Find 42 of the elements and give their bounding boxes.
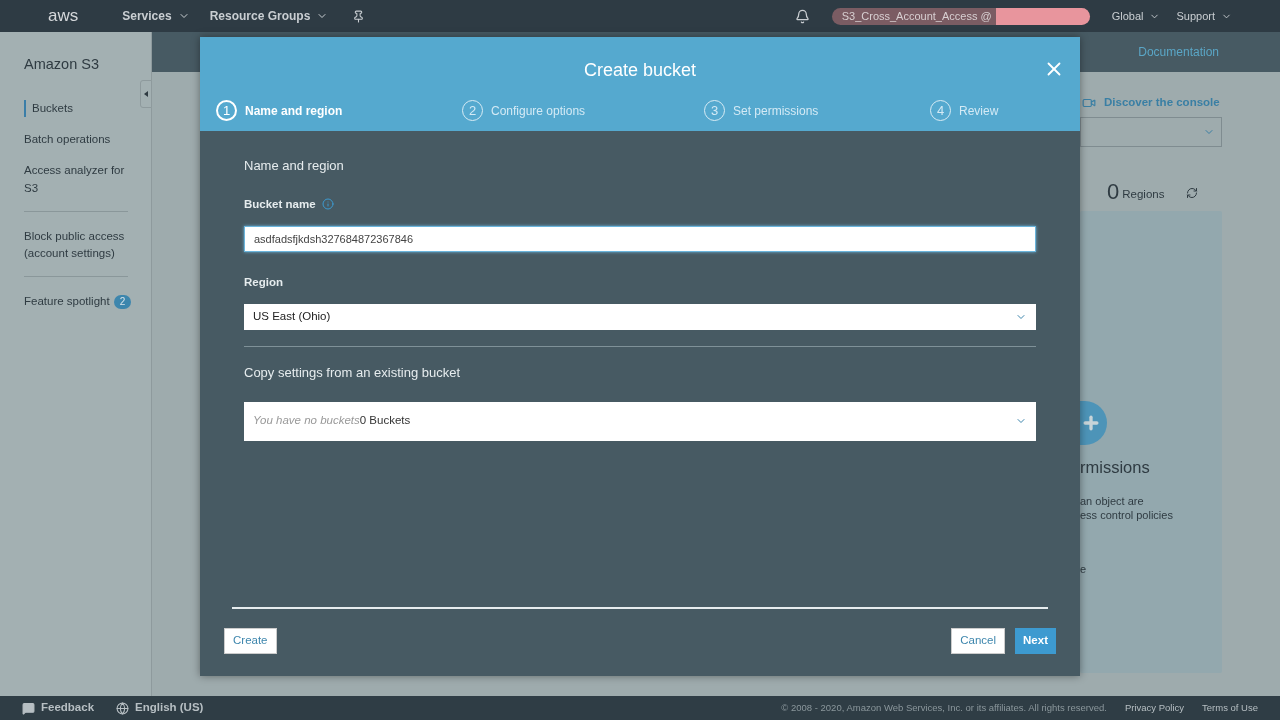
footer-link[interactable]: Privacy Policy (1124, 700, 1185, 716)
region-count: 0 (1107, 181, 1120, 204)
nav-menu-button[interactable]: Resource Groups (209, 7, 329, 25)
sidebar-item[interactable]: Buckets (24, 99, 73, 117)
card-title: rmissions (1080, 457, 1151, 479)
collapse-sidebar-button[interactable] (140, 80, 152, 108)
collapse-icon (144, 91, 148, 97)
account-menu-button[interactable]: S3_Cross_Account_Access @ (831, 7, 1090, 25)
footer-link[interactable]: Terms of Use (1202, 700, 1258, 716)
region-select[interactable]: US East (Ohio) (244, 304, 1036, 330)
copyright-text: © 2008 - 2020, Amazon Web Services, Inc. or its affiliates. All rights reserved. (781, 700, 1107, 715)
aws-logo[interactable]: aws (48, 3, 79, 29)
speech-bubble-icon (22, 701, 35, 715)
bucket-name-input[interactable]: asdfadsfjkdsh327684872367846 (244, 225, 1036, 252)
field-label: Region (244, 274, 284, 290)
feedback-button[interactable]: Feedback (22, 699, 95, 717)
card-text: an object are ess control policies (1080, 494, 1174, 522)
refresh-icon[interactable] (1186, 187, 1199, 200)
count-badge: 2 (113, 294, 132, 309)
regions-label: Regions (1122, 187, 1165, 202)
language-button[interactable]: English (US) (116, 699, 204, 717)
dialog-title: Create bucket (583, 59, 697, 82)
card-link[interactable]: e (1080, 561, 1222, 578)
pin-icon[interactable] (352, 9, 366, 23)
sidebar-item[interactable]: Block public access (account settings) (24, 227, 128, 263)
region-menu-button[interactable]: Global (1111, 7, 1161, 25)
support-menu-button[interactable]: Support (1176, 7, 1232, 25)
section-title: Copy settings from an existing bucket (244, 364, 462, 382)
field-label: Bucket name (244, 196, 316, 212)
sidebar-item[interactable]: Feature spotlight (24, 293, 110, 311)
nav-menu-button[interactable]: Services (122, 7, 190, 25)
sidebar-item[interactable]: Batch operations (24, 131, 111, 149)
copy-settings-select[interactable]: You have no buckets0 Buckets (244, 401, 1036, 441)
notification-icon[interactable] (794, 8, 810, 24)
sidebar-title: Amazon S3 (24, 55, 100, 74)
globe-icon (116, 701, 130, 715)
next-button[interactable]: Next (1015, 628, 1056, 654)
sidebar-item[interactable]: Access analyzer for S3 (24, 162, 128, 197)
dropdown-field[interactable] (1080, 117, 1222, 148)
create-button[interactable]: Create (224, 628, 277, 654)
section-title: Name and region (244, 157, 345, 175)
cancel-button[interactable]: Cancel (951, 628, 1006, 654)
